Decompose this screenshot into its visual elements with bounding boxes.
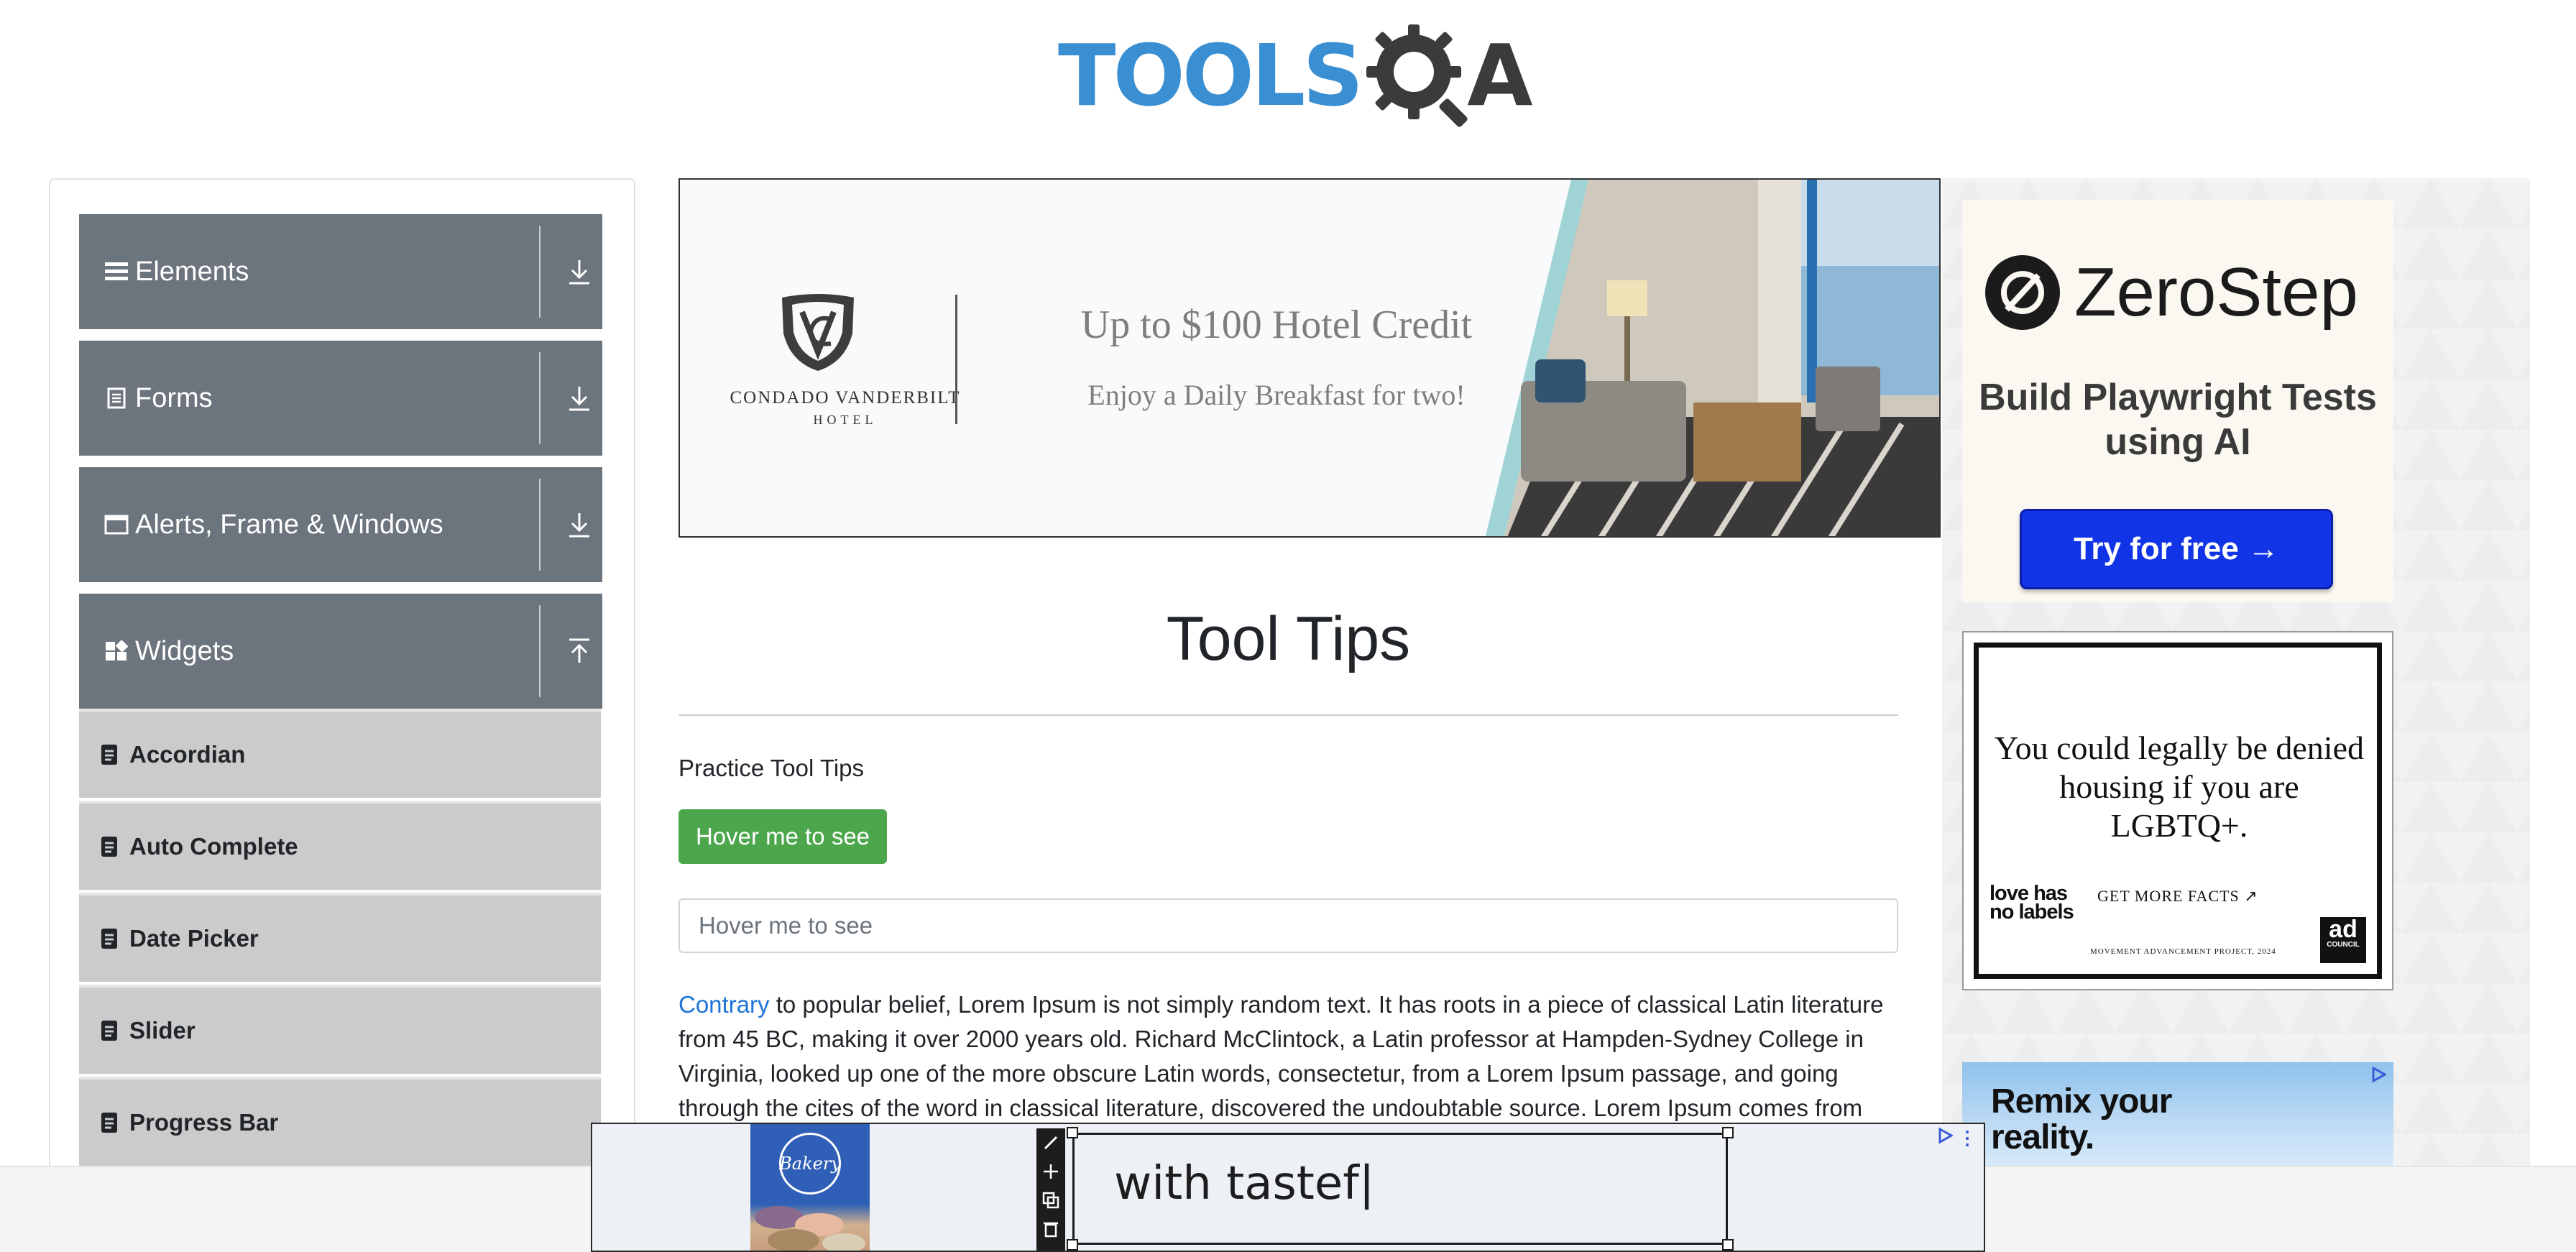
list-icon: [104, 259, 129, 285]
ad-message: You could legally be denied housing if y…: [1994, 729, 2365, 844]
resize-handle-top-left[interactable]: [1067, 1127, 1078, 1138]
contrary-link[interactable]: Contrary: [678, 991, 770, 1018]
download-arrow-icon[interactable]: [566, 384, 592, 413]
ad-choices-icon[interactable]: [2370, 1067, 2386, 1082]
sidebar-item-label: Slider: [129, 1017, 196, 1044]
group-divider: [539, 479, 540, 571]
remix-ad-text: Remix your reality.: [1991, 1082, 2172, 1156]
file-icon: [101, 929, 117, 949]
upload-arrow-icon[interactable]: [566, 637, 592, 666]
zerostep-ad[interactable]: ZeroStep Build Playwright Tests using AI…: [1962, 200, 2393, 602]
group-divider: [539, 605, 540, 697]
banner-divider: [955, 295, 957, 424]
file-icon: [101, 837, 117, 857]
download-arrow-icon[interactable]: [566, 257, 592, 286]
sidebar-item-label: Auto Complete: [129, 833, 298, 860]
download-arrow-icon[interactable]: [566, 510, 592, 539]
group-header-forms[interactable]: Forms: [79, 341, 602, 456]
widgets-icon: [104, 638, 129, 664]
group-divider: [539, 352, 540, 444]
file-icon: [101, 1113, 117, 1133]
group-header-elements[interactable]: Elements: [79, 214, 602, 329]
logo-a-text: A: [1467, 26, 1533, 125]
hover-tooltip-input[interactable]: [678, 898, 1898, 953]
group-header-alerts-frame-windows[interactable]: Alerts, Frame & Windows: [79, 467, 602, 582]
form-icon: [104, 385, 129, 411]
sidebar-item-date-picker[interactable]: Date Picker: [79, 893, 601, 982]
lorem-paragraph: Contrary to popular belief, Lorem Ipsum …: [678, 988, 1898, 1126]
love-has-no-labels-ad[interactable]: You could legally be denied housing if y…: [1962, 631, 2393, 990]
zerostep-name: ZeroStep: [2074, 254, 2358, 331]
sidebar-item-label: Progress Bar: [129, 1109, 279, 1136]
hotel-room-photo: [1485, 180, 1939, 536]
resize-handle-bottom-left[interactable]: [1067, 1239, 1078, 1251]
pencil-icon[interactable]: [1036, 1128, 1065, 1157]
sidebar-item-label: Date Picker: [129, 925, 259, 952]
gear-magnifier-icon: [1366, 24, 1468, 127]
resize-handle-bottom-right[interactable]: [1722, 1239, 1734, 1251]
macarons-image: [755, 1206, 865, 1251]
logo-qa: A: [1363, 22, 1533, 129]
love-has-no-labels-logo: love has no labels: [1990, 882, 2076, 924]
group-label-elements: Elements: [135, 256, 249, 287]
toolsqa-logo[interactable]: TOOLS A: [1058, 22, 1533, 129]
ad-menu-icon[interactable]: ⋮: [1958, 1128, 1977, 1147]
group-label-widgets: Widgets: [135, 635, 234, 666]
editor-toolbar: [1036, 1128, 1065, 1251]
hotel-brand-name: CONDADO VANDERBILT: [730, 388, 961, 408]
sidebar-item-auto-complete[interactable]: Auto Complete: [79, 801, 601, 890]
page: TOOLS A Elements Forms Alerts, Frame & W…: [0, 0, 2576, 1252]
zerostep-logo-icon: [1985, 255, 2060, 330]
paragraph-text: to popular belief, Lorem Ipsum is not si…: [678, 991, 1884, 1121]
title-divider: [678, 714, 1898, 716]
bakery-image: Bakery: [750, 1124, 870, 1251]
lhnl-text: love has no labels: [1990, 882, 2074, 924]
sidebar-item-accordian[interactable]: Accordian: [79, 709, 601, 798]
edit-box-text: with tastef|: [1114, 1157, 1375, 1210]
file-icon: [101, 1021, 117, 1041]
file-icon: [101, 745, 117, 765]
bakery-logo: Bakery: [779, 1133, 841, 1195]
hotel-brand-sub: HOTEL: [813, 413, 878, 427]
zerostep-logo: ZeroStep: [1984, 253, 2358, 332]
ad-council-main: ad: [2329, 916, 2358, 943]
bottom-sticky-ad[interactable]: Bakery with tastef| ⋮: [591, 1123, 1985, 1252]
page-title: Tool Tips: [1166, 604, 1411, 673]
group-label-forms: Forms: [135, 382, 213, 413]
ad-credit: MOVEMENT ADVANCEMENT PROJECT, 2024: [2090, 947, 2276, 956]
sidebar-item-label: Accordian: [129, 741, 246, 768]
practice-label: Practice Tool Tips: [678, 755, 865, 781]
remix-ad[interactable]: Remix your reality.: [1962, 1062, 2393, 1170]
sidebar-item-slider[interactable]: Slider: [79, 985, 601, 1074]
logo-tools-text: TOOLS: [1058, 26, 1363, 125]
window-icon: [104, 512, 129, 538]
ad-choices-icon[interactable]: [1936, 1127, 1954, 1144]
ad-council-sub: COUNCIL: [2327, 941, 2360, 949]
ad-council-badge: ad COUNCIL: [2320, 917, 2366, 963]
group-divider: [539, 226, 540, 318]
move-icon[interactable]: [1036, 1157, 1065, 1186]
resize-handle-top-right[interactable]: [1722, 1127, 1734, 1138]
hover-tooltip-button[interactable]: Hover me to see: [678, 809, 887, 864]
zerostep-tagline: Build Playwright Tests using AI: [1979, 377, 2377, 463]
group-label-alerts: Alerts, Frame & Windows: [135, 509, 443, 540]
sidebar-item-progress-bar[interactable]: Progress Bar: [79, 1077, 601, 1166]
get-more-facts-link[interactable]: GET MORE FACTS ↗: [2097, 887, 2258, 906]
hotel-crest-logo: [782, 294, 854, 371]
hotel-banner-ad[interactable]: CONDADO VANDERBILT HOTEL Up to $100 Hote…: [678, 178, 1941, 538]
try-for-free-button[interactable]: Try for free →: [2020, 509, 2333, 589]
left-sidebar: Elements Forms Alerts, Frame & Windows W…: [49, 178, 635, 1252]
copy-icon[interactable]: [1036, 1186, 1065, 1215]
trash-icon[interactable]: [1036, 1215, 1065, 1243]
group-header-widgets[interactable]: Widgets: [79, 594, 602, 709]
